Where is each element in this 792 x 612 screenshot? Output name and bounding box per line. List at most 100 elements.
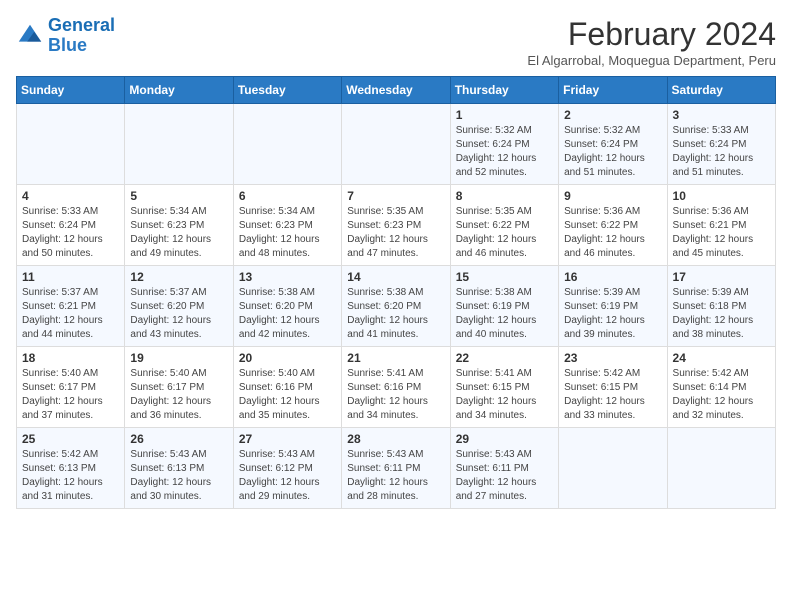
calendar-cell: 2 Sunrise: 5:32 AM Sunset: 6:24 PM Daylig… [559,104,667,185]
day-number: 14 [347,270,444,284]
day-info: Sunrise: 5:38 AM Sunset: 6:19 PM Dayligh… [456,286,553,342]
calendar-cell: 19 Sunrise: 5:40 AM Sunset: 6:17 PM Dayli… [125,347,233,428]
calendar-cell [125,104,233,185]
calendar-cell: 10Sunrise: 5:36 AM Sunset: 6:21 PM Dayli… [667,185,775,266]
calendar-cell [342,104,450,185]
day-number: 9 [564,189,661,203]
calendar-week-row: 25 Sunrise: 5:42 AM Sunset: 6:13 PM Dayli… [17,428,776,509]
day-number: 12 [130,270,227,284]
calendar-week-row: 11 Sunrise: 5:37 AM Sunset: 6:21 PM Dayli… [17,266,776,347]
day-number: 5 [130,189,227,203]
calendar-header-row: SundayMondayTuesdayWednesdayThursdayFrid… [17,77,776,104]
day-info: Sunrise: 5:34 AM Sunset: 6:23 PM Dayligh… [239,205,336,261]
day-number: 20 [239,351,336,365]
day-number: 15 [456,270,553,284]
calendar-week-row: 4 Sunrise: 5:33 AM Sunset: 6:24 PM Daylig… [17,185,776,266]
logo-blue: Blue [48,35,87,55]
calendar-cell [233,104,341,185]
day-info: Sunrise: 5:40 AM Sunset: 6:17 PM Dayligh… [22,367,119,423]
day-number: 17 [673,270,770,284]
day-info: Sunrise: 5:35 AM Sunset: 6:23 PM Dayligh… [347,205,444,261]
calendar-cell: 1 Sunrise: 5:32 AM Sunset: 6:24 PM Daylig… [450,104,558,185]
location-subtitle: El Algarrobal, Moquegua Department, Peru [527,53,776,68]
day-number: 16 [564,270,661,284]
day-number: 18 [22,351,119,365]
calendar-cell: 3 Sunrise: 5:33 AM Sunset: 6:24 PM Daylig… [667,104,775,185]
day-info: Sunrise: 5:36 AM Sunset: 6:22 PM Dayligh… [564,205,661,261]
weekday-header-sunday: Sunday [17,77,125,104]
day-number: 1 [456,108,553,122]
day-number: 29 [456,432,553,446]
calendar-cell [17,104,125,185]
calendar-cell: 4 Sunrise: 5:33 AM Sunset: 6:24 PM Daylig… [17,185,125,266]
day-info: Sunrise: 5:40 AM Sunset: 6:16 PM Dayligh… [239,367,336,423]
day-info: Sunrise: 5:38 AM Sunset: 6:20 PM Dayligh… [347,286,444,342]
day-number: 6 [239,189,336,203]
calendar-cell: 5 Sunrise: 5:34 AM Sunset: 6:23 PM Daylig… [125,185,233,266]
calendar-cell: 17 Sunrise: 5:39 AM Sunset: 6:18 PM Dayli… [667,266,775,347]
logo-icon [16,22,44,50]
calendar-cell: 20 Sunrise: 5:40 AM Sunset: 6:16 PM Dayli… [233,347,341,428]
day-info: Sunrise: 5:40 AM Sunset: 6:17 PM Dayligh… [130,367,227,423]
calendar-cell: 11 Sunrise: 5:37 AM Sunset: 6:21 PM Dayli… [17,266,125,347]
calendar-cell: 14 Sunrise: 5:38 AM Sunset: 6:20 PM Dayli… [342,266,450,347]
day-info: Sunrise: 5:39 AM Sunset: 6:19 PM Dayligh… [564,286,661,342]
logo-text: General Blue [48,16,115,56]
day-info: Sunrise: 5:43 AM Sunset: 6:12 PM Dayligh… [239,448,336,504]
calendar-table: SundayMondayTuesdayWednesdayThursdayFrid… [16,76,776,509]
calendar-cell: 26Sunrise: 5:43 AM Sunset: 6:13 PM Dayli… [125,428,233,509]
day-number: 8 [456,189,553,203]
day-number: 7 [347,189,444,203]
weekday-header-friday: Friday [559,77,667,104]
calendar-cell: 8 Sunrise: 5:35 AM Sunset: 6:22 PM Daylig… [450,185,558,266]
day-info: Sunrise: 5:35 AM Sunset: 6:22 PM Dayligh… [456,205,553,261]
day-info: Sunrise: 5:32 AM Sunset: 6:24 PM Dayligh… [564,124,661,180]
calendar-cell: 27 Sunrise: 5:43 AM Sunset: 6:12 PM Dayli… [233,428,341,509]
day-info: Sunrise: 5:42 AM Sunset: 6:14 PM Dayligh… [673,367,770,423]
calendar-week-row: 18 Sunrise: 5:40 AM Sunset: 6:17 PM Dayli… [17,347,776,428]
weekday-header-monday: Monday [125,77,233,104]
calendar-cell: 21Sunrise: 5:41 AM Sunset: 6:16 PM Dayli… [342,347,450,428]
day-info: Sunrise: 5:33 AM Sunset: 6:24 PM Dayligh… [22,205,119,261]
day-number: 23 [564,351,661,365]
calendar-cell: 9 Sunrise: 5:36 AM Sunset: 6:22 PM Daylig… [559,185,667,266]
day-info: Sunrise: 5:39 AM Sunset: 6:18 PM Dayligh… [673,286,770,342]
calendar-cell: 6 Sunrise: 5:34 AM Sunset: 6:23 PM Daylig… [233,185,341,266]
weekday-header-wednesday: Wednesday [342,77,450,104]
day-info: Sunrise: 5:37 AM Sunset: 6:20 PM Dayligh… [130,286,227,342]
day-number: 3 [673,108,770,122]
day-info: Sunrise: 5:43 AM Sunset: 6:11 PM Dayligh… [456,448,553,504]
day-info: Sunrise: 5:33 AM Sunset: 6:24 PM Dayligh… [673,124,770,180]
calendar-cell: 29 Sunrise: 5:43 AM Sunset: 6:11 PM Dayli… [450,428,558,509]
logo: General Blue [16,16,115,56]
logo-general: General [48,15,115,35]
day-number: 11 [22,270,119,284]
day-number: 2 [564,108,661,122]
page-header: General Blue February 2024 El Algarrobal… [16,16,776,68]
day-info: Sunrise: 5:34 AM Sunset: 6:23 PM Dayligh… [130,205,227,261]
weekday-header-tuesday: Tuesday [233,77,341,104]
day-info: Sunrise: 5:32 AM Sunset: 6:24 PM Dayligh… [456,124,553,180]
day-info: Sunrise: 5:38 AM Sunset: 6:20 PM Dayligh… [239,286,336,342]
weekday-header-thursday: Thursday [450,77,558,104]
day-number: 22 [456,351,553,365]
day-number: 4 [22,189,119,203]
calendar-cell [667,428,775,509]
day-number: 19 [130,351,227,365]
calendar-cell: 28 Sunrise: 5:43 AM Sunset: 6:11 PM Dayli… [342,428,450,509]
day-info: Sunrise: 5:37 AM Sunset: 6:21 PM Dayligh… [22,286,119,342]
calendar-cell: 24Sunrise: 5:42 AM Sunset: 6:14 PM Dayli… [667,347,775,428]
day-number: 21 [347,351,444,365]
month-year-title: February 2024 [527,16,776,53]
day-info: Sunrise: 5:42 AM Sunset: 6:15 PM Dayligh… [564,367,661,423]
calendar-cell: 23 Sunrise: 5:42 AM Sunset: 6:15 PM Dayli… [559,347,667,428]
calendar-cell: 12 Sunrise: 5:37 AM Sunset: 6:20 PM Dayli… [125,266,233,347]
calendar-cell: 7 Sunrise: 5:35 AM Sunset: 6:23 PM Daylig… [342,185,450,266]
calendar-cell [559,428,667,509]
day-info: Sunrise: 5:42 AM Sunset: 6:13 PM Dayligh… [22,448,119,504]
day-info: Sunrise: 5:43 AM Sunset: 6:11 PM Dayligh… [347,448,444,504]
calendar-cell: 25 Sunrise: 5:42 AM Sunset: 6:13 PM Dayli… [17,428,125,509]
day-number: 25 [22,432,119,446]
day-number: 28 [347,432,444,446]
day-number: 27 [239,432,336,446]
